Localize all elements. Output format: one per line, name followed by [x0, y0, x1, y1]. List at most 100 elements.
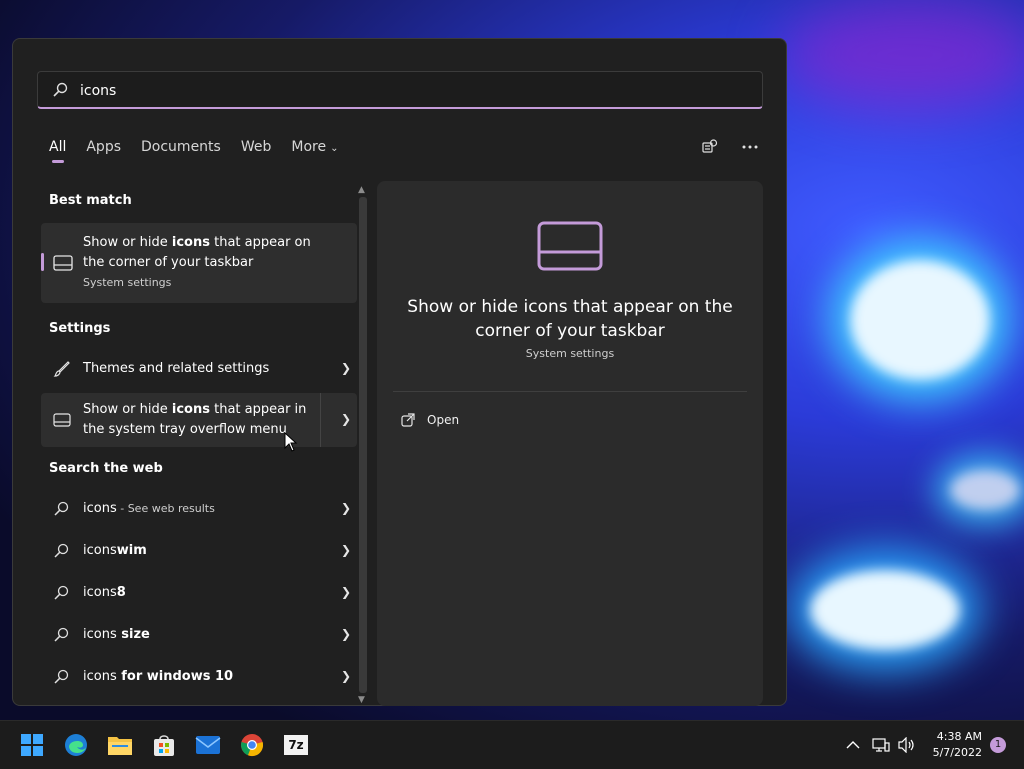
chevron-right-icon[interactable]: ❯	[341, 627, 351, 641]
split-divider	[320, 393, 321, 447]
tray-line1-pre: Show or hide	[83, 402, 172, 417]
web-item[interactable]: icons for windows 10 ❯	[41, 657, 357, 697]
show-hidden-icons-button[interactable]	[846, 731, 860, 759]
web-item-text: icons8	[83, 583, 126, 603]
tray-line1-bold: icons	[171, 402, 210, 417]
chevron-right-icon[interactable]: ❯	[341, 669, 351, 683]
network-icon	[872, 738, 890, 752]
wallpaper-blob	[850, 260, 990, 380]
wallpaper-blob	[810, 570, 960, 650]
mail-icon	[195, 736, 221, 754]
web-item-text: icons for windows 10	[83, 667, 233, 687]
web-item-plain: icons	[83, 669, 117, 684]
search-icon	[54, 585, 69, 600]
edge-browser-button[interactable]	[62, 731, 90, 759]
section-settings: Settings	[49, 321, 111, 336]
chevron-right-icon[interactable]: ❯	[341, 585, 351, 599]
search-icon	[54, 627, 69, 642]
web-item-bold: size	[116, 627, 150, 642]
filter-tabs: All Apps Documents Web More ⌄	[49, 135, 358, 165]
chevron-right-icon[interactable]: ❯	[341, 543, 351, 557]
tab-more[interactable]: More ⌄	[291, 135, 338, 159]
web-item-text: icons size	[83, 625, 150, 645]
start-button[interactable]	[18, 731, 46, 759]
tab-documents[interactable]: Documents	[141, 135, 221, 159]
details-divider	[393, 391, 747, 392]
selection-accent	[41, 253, 44, 271]
best-match-line2: the corner of your taskbar	[83, 255, 254, 270]
tab-apps[interactable]: Apps	[86, 135, 121, 159]
mouse-cursor-icon	[284, 432, 298, 452]
search-input[interactable]	[78, 78, 742, 104]
search-icon	[54, 543, 69, 558]
search-box[interactable]	[37, 71, 763, 109]
best-match-text: Show or hide icons that appear on the co…	[83, 233, 311, 293]
chevron-up-icon	[846, 741, 860, 749]
windows-logo-icon	[21, 734, 43, 756]
settings-item-themes-label: Themes and related settings	[83, 361, 270, 376]
best-match-line1-post: that appear on	[209, 235, 311, 250]
chevron-down-icon: ⌄	[330, 143, 339, 154]
search-icon	[54, 669, 69, 684]
web-item-text: icons - See web results	[83, 499, 215, 519]
folder-icon	[108, 737, 132, 755]
open-external-icon	[401, 413, 415, 427]
web-item-plain: icons	[83, 543, 117, 558]
chevron-right-icon[interactable]: ❯	[341, 361, 351, 375]
speaker-icon	[898, 737, 914, 753]
web-item-bold: 8	[116, 585, 126, 600]
chevron-right-icon[interactable]: ❯	[341, 412, 351, 426]
microsoft-store-button[interactable]	[150, 731, 178, 759]
more-options-button[interactable]	[740, 135, 760, 159]
chrome-button[interactable]	[238, 731, 266, 759]
wallpaper-glow	[780, 0, 1024, 110]
open-label: Open	[427, 413, 460, 427]
taskbar: 7z 4:38 AM 5/7/2022 1	[0, 720, 1024, 769]
7zip-icon: 7z	[284, 735, 308, 755]
search-history-button[interactable]	[700, 135, 720, 159]
search-icon	[54, 501, 69, 516]
web-item[interactable]: iconswim ❯	[41, 531, 357, 571]
settings-item-themes[interactable]: Themes and related settings ❯	[41, 349, 357, 389]
best-match-item[interactable]: Show or hide icons that appear on the co…	[41, 223, 357, 303]
clock-date: 5/7/2022	[932, 746, 982, 759]
scroll-down-icon[interactable]: ▼	[358, 695, 365, 705]
web-item[interactable]: icons - See web results ❯	[41, 489, 357, 529]
web-item-suffix: - See web results	[116, 502, 215, 515]
web-item[interactable]: icons size ❯	[41, 615, 357, 655]
web-item-plain: icons	[83, 627, 117, 642]
web-item-bold: wim	[116, 543, 147, 558]
file-explorer-button[interactable]	[106, 731, 134, 759]
notification-badge[interactable]: 1	[990, 737, 1006, 753]
web-item[interactable]: icons8 ❯	[41, 573, 357, 613]
tab-all[interactable]: All	[49, 135, 66, 163]
section-best-match: Best match	[49, 193, 132, 208]
wallpaper-blob	[950, 470, 1020, 510]
7zip-button[interactable]: 7z	[282, 731, 310, 759]
best-match-line1-pre: Show or hide	[83, 235, 172, 250]
search-icon	[53, 82, 68, 97]
chevron-right-icon[interactable]: ❯	[341, 501, 351, 515]
taskbar-icon	[53, 413, 71, 427]
clock[interactable]: 4:38 AM 5/7/2022	[933, 729, 982, 761]
open-button[interactable]: Open	[401, 413, 459, 427]
volume-button[interactable]	[898, 731, 916, 759]
chrome-icon	[241, 734, 264, 757]
best-match-line1-bold: icons	[171, 235, 210, 250]
results-scrollbar[interactable]: ▲ ▼	[356, 185, 370, 705]
network-button[interactable]	[872, 731, 890, 759]
scrollbar-thumb[interactable]	[359, 197, 367, 693]
web-item-bold: for windows 10	[116, 669, 234, 684]
brush-icon	[53, 361, 70, 377]
taskbar-icon	[53, 255, 73, 271]
results-list: Best match Show or hide icons that appea…	[41, 179, 357, 704]
web-item-plain: icons	[83, 585, 117, 600]
ellipsis-icon	[742, 145, 758, 149]
scroll-up-icon[interactable]: ▲	[358, 185, 365, 195]
details-title: Show or hide icons that appear on the co…	[407, 297, 733, 341]
tab-web[interactable]: Web	[241, 135, 272, 159]
mail-button[interactable]	[194, 731, 222, 759]
tray-line2: the system tray overflow menu	[83, 422, 287, 437]
settings-item-tray-overflow[interactable]: Show or hide icons that appear in the sy…	[41, 393, 357, 447]
tab-more-label: More	[291, 139, 327, 155]
